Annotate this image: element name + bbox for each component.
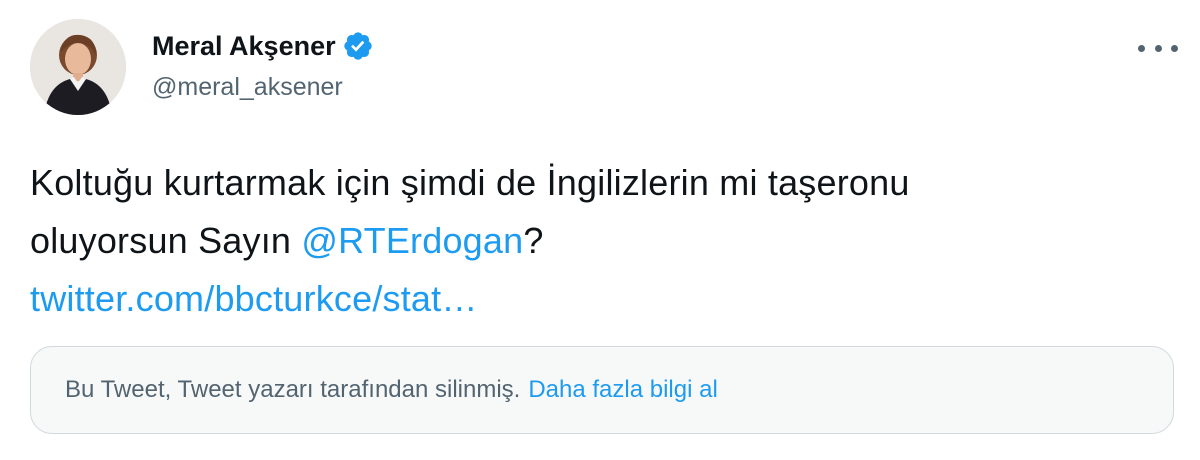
tweet-text-line-2: oluyorsun Sayın @RTErdogan? <box>30 212 1170 270</box>
tweet-card: Meral Akşener @meral_aksener Koltuğu kur… <box>0 0 1200 460</box>
mention-link[interactable]: @RTErdogan <box>301 220 523 261</box>
author-handle[interactable]: @meral_aksener <box>152 72 343 102</box>
profile-photo-icon <box>30 19 126 115</box>
more-dot <box>1154 44 1162 52</box>
tweet-text-prefix: oluyorsun Sayın <box>30 220 302 261</box>
deleted-notice-message: Bu Tweet, Tweet yazarı tarafından silinm… <box>65 376 521 403</box>
learn-more-link[interactable]: Daha fazla bilgi al <box>528 376 717 404</box>
deleted-tweet-notice: Bu Tweet, Tweet yazarı tarafından silinm… <box>30 346 1174 434</box>
author-name-row: Meral Akşener <box>152 30 374 62</box>
more-dot <box>1138 44 1145 52</box>
tweet-text: Koltuğu kurtarmak için şimdi de İngilizl… <box>30 154 1170 328</box>
tweet-text-line-1: Koltuğu kurtarmak için şimdi de İngilizl… <box>30 162 910 203</box>
avatar[interactable] <box>30 19 126 115</box>
tweet-text-suffix: ? <box>523 220 544 261</box>
more-dot <box>1171 44 1178 52</box>
verified-badge-icon <box>343 32 372 60</box>
author-name[interactable]: Meral Akşener <box>152 30 336 62</box>
tweet-url-link[interactable]: twitter.com/bbcturkce/stat… <box>30 270 1170 328</box>
more-options-icon[interactable] <box>1138 38 1178 58</box>
